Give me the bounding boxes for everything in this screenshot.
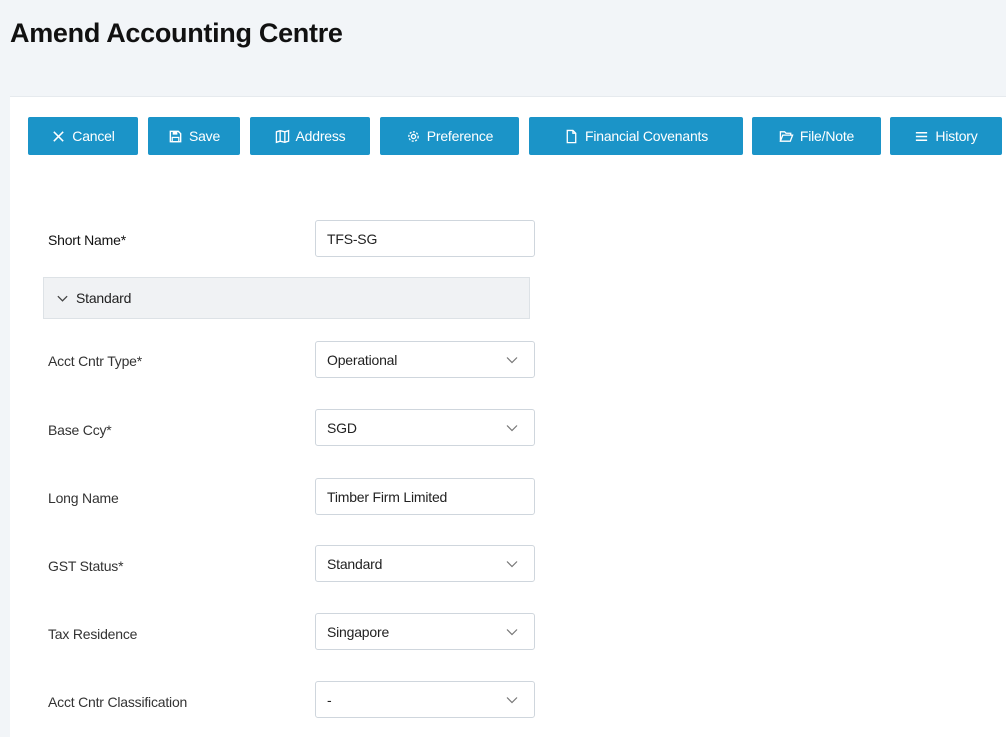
map-icon bbox=[275, 129, 289, 143]
gst-status-select[interactable]: Standard bbox=[315, 545, 535, 582]
gear-icon bbox=[407, 130, 419, 142]
acct-cntr-type-label: Acct Cntr Type* bbox=[48, 353, 143, 369]
acct-cntr-classification-label: Acct Cntr Classification bbox=[48, 694, 188, 710]
preference-button-label: Preference bbox=[426, 128, 494, 144]
save-button[interactable]: Save bbox=[148, 117, 240, 155]
cancel-button-label: Cancel bbox=[72, 128, 115, 144]
financial-covenants-button-label: Financial Covenants bbox=[584, 128, 709, 144]
base-ccy-value: SGD bbox=[327, 419, 357, 436]
short-name-input[interactable] bbox=[315, 220, 535, 257]
acct-cntr-type-select[interactable]: Operational bbox=[315, 341, 535, 378]
chevron-down-icon bbox=[506, 628, 518, 635]
toolbar: Cancel Save Address Preference Financial… bbox=[0, 117, 1006, 157]
tax-residence-select[interactable]: Singapore bbox=[315, 613, 535, 650]
financial-covenants-button[interactable]: Financial Covenants bbox=[529, 117, 743, 155]
preference-button[interactable]: Preference bbox=[380, 117, 519, 155]
base-ccy-select[interactable]: SGD bbox=[315, 409, 535, 446]
gst-status-label: GST Status* bbox=[48, 558, 124, 574]
standard-section-header[interactable]: Standard bbox=[43, 277, 530, 319]
page-title: Amend Accounting Centre bbox=[10, 18, 343, 48]
chevron-down-icon bbox=[506, 424, 518, 431]
folder-open-icon bbox=[779, 130, 794, 142]
chevron-down-icon bbox=[506, 696, 518, 703]
long-name-input[interactable] bbox=[315, 478, 535, 515]
save-button-label: Save bbox=[188, 128, 221, 144]
tax-residence-label: Tax Residence bbox=[48, 626, 138, 642]
tax-residence-value: Singapore bbox=[327, 623, 390, 640]
chevron-down-icon bbox=[57, 295, 68, 302]
short-name-label: Short Name* bbox=[48, 232, 126, 248]
acct-cntr-type-value: Operational bbox=[327, 351, 398, 368]
long-name-label: Long Name bbox=[48, 490, 119, 506]
acct-cntr-classification-select[interactable]: - bbox=[315, 681, 535, 718]
document-icon bbox=[566, 129, 577, 143]
standard-section-label: Standard bbox=[76, 290, 132, 306]
address-button-label: Address bbox=[295, 128, 346, 144]
address-button[interactable]: Address bbox=[250, 117, 370, 155]
history-button-label: History bbox=[935, 128, 978, 144]
cancel-button[interactable]: Cancel bbox=[28, 117, 138, 155]
base-ccy-label: Base Ccy* bbox=[48, 422, 112, 438]
list-icon bbox=[916, 131, 928, 141]
file-note-button-label: File/Note bbox=[799, 128, 855, 144]
history-button[interactable]: History bbox=[890, 117, 1002, 155]
chevron-down-icon bbox=[506, 560, 518, 567]
close-icon bbox=[53, 130, 65, 142]
floppy-disk-icon bbox=[169, 130, 182, 142]
chevron-down-icon bbox=[506, 356, 518, 363]
file-note-button[interactable]: File/Note bbox=[752, 117, 881, 155]
gst-status-value: Standard bbox=[327, 555, 383, 572]
acct-cntr-classification-value: - bbox=[327, 691, 332, 708]
